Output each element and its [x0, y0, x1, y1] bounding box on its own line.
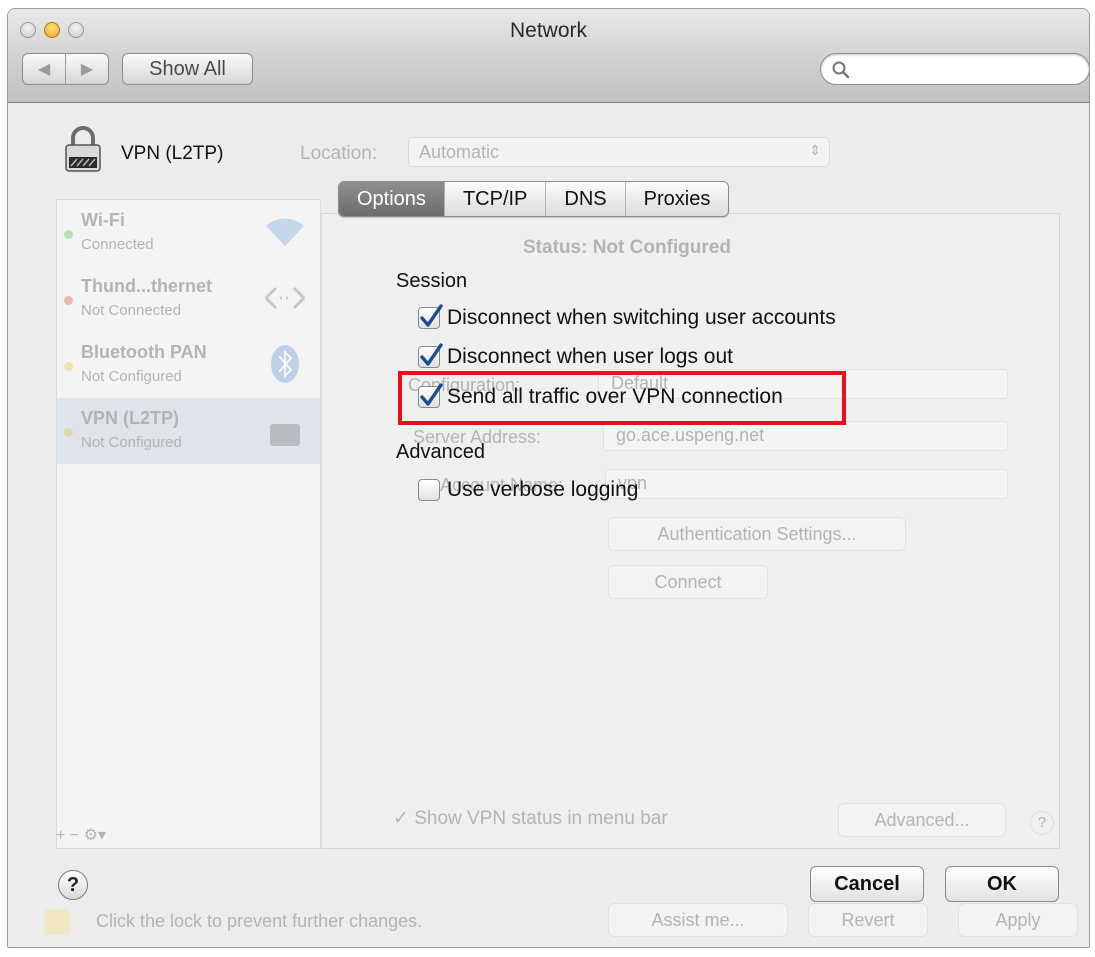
sheet-tab-bar: Options TCP/IP DNS Proxies	[338, 181, 730, 217]
verbose-logging-checkbox[interactable]	[418, 479, 440, 501]
option-label: Use verbose logging	[447, 478, 639, 501]
vpn-options-sheet: Options TCP/IP DNS Proxies Session Disco…	[0, 0, 1095, 957]
tab-proxies[interactable]: Proxies	[624, 182, 729, 216]
option-label: Disconnect when switching user accounts	[447, 306, 836, 329]
cancel-button[interactable]: Cancel	[810, 866, 924, 902]
disconnect-logout-option[interactable]: Disconnect when user logs out	[418, 343, 733, 369]
session-heading: Session	[396, 270, 468, 292]
annotation-highlight-box	[398, 371, 846, 425]
tab-dns[interactable]: DNS	[545, 182, 624, 216]
disconnect-logout-checkbox[interactable]	[418, 343, 443, 368]
checkmark-icon	[420, 343, 443, 366]
disconnect-switching-users-option[interactable]: Disconnect when switching user accounts	[418, 304, 836, 330]
verbose-logging-option[interactable]: Use verbose logging	[418, 478, 638, 502]
option-label: Disconnect when user logs out	[447, 345, 733, 368]
tab-tcp-ip[interactable]: TCP/IP	[443, 182, 545, 216]
ok-button[interactable]: OK	[945, 866, 1059, 902]
advanced-heading: Advanced	[396, 441, 485, 463]
tab-options[interactable]: Options	[339, 182, 444, 216]
disconnect-switching-users-checkbox[interactable]	[418, 304, 443, 329]
help-button[interactable]: ?	[58, 870, 88, 900]
checkmark-icon	[420, 304, 443, 327]
